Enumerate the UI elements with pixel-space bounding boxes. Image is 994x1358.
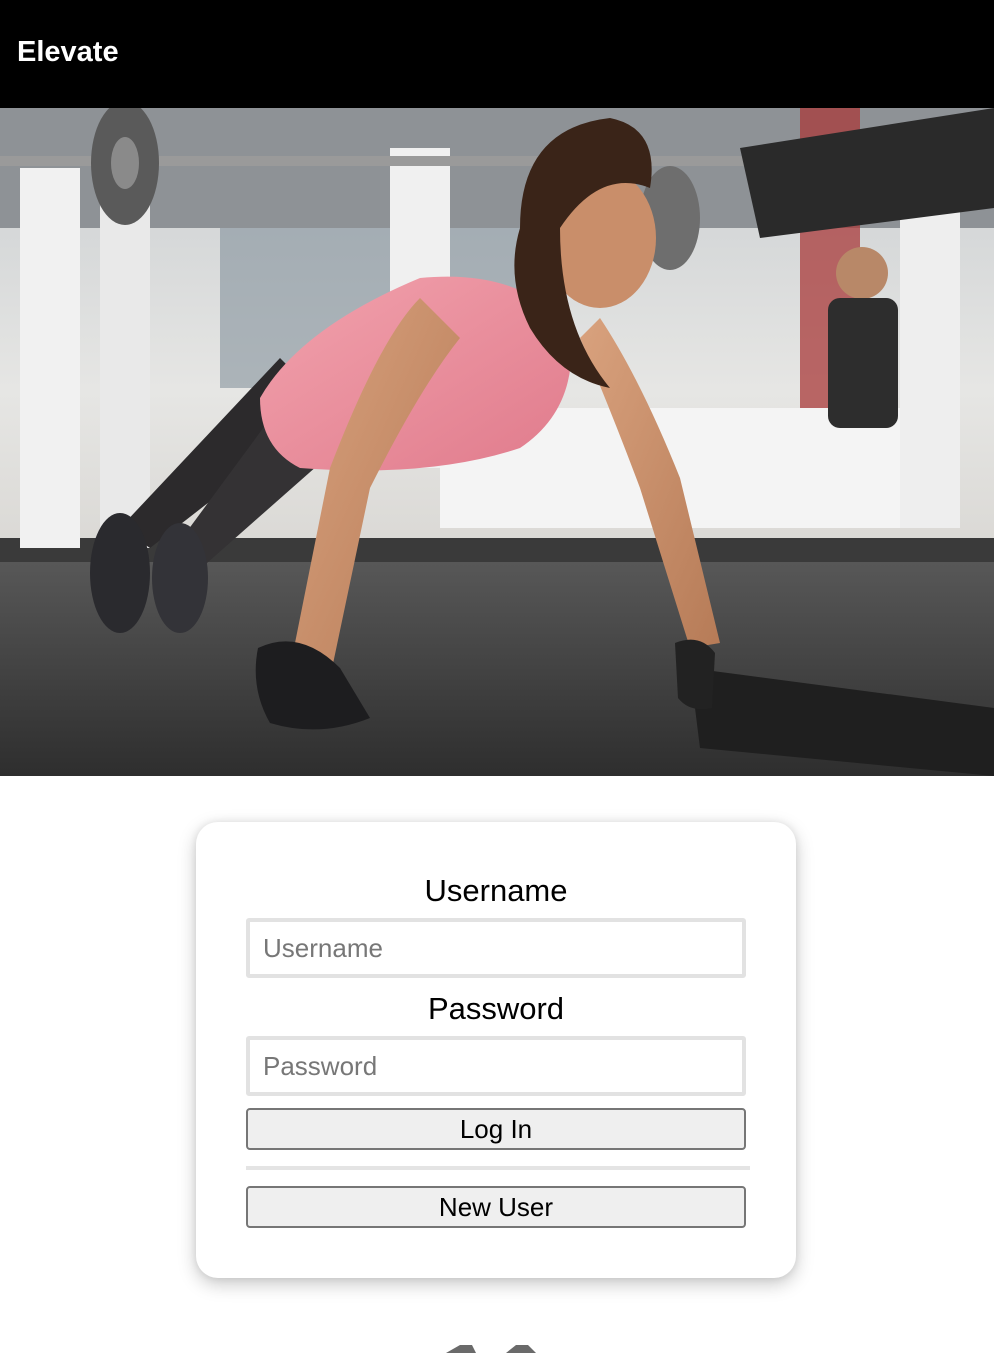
brand-title: Elevate bbox=[17, 36, 119, 68]
login-button[interactable]: Log In bbox=[246, 1108, 746, 1150]
hero-image bbox=[0, 108, 994, 776]
divider bbox=[246, 1166, 750, 1170]
top-bar: Elevate bbox=[0, 0, 994, 108]
new-user-button[interactable]: New User bbox=[246, 1186, 746, 1228]
login-card: Username Password Log In New User bbox=[196, 822, 796, 1278]
hero-photo bbox=[0, 108, 994, 776]
password-label: Password bbox=[427, 991, 565, 1026]
username-input[interactable] bbox=[246, 918, 746, 978]
password-input[interactable] bbox=[246, 1036, 746, 1096]
scroll-hint-icon bbox=[446, 1340, 546, 1358]
username-label: Username bbox=[424, 873, 568, 908]
